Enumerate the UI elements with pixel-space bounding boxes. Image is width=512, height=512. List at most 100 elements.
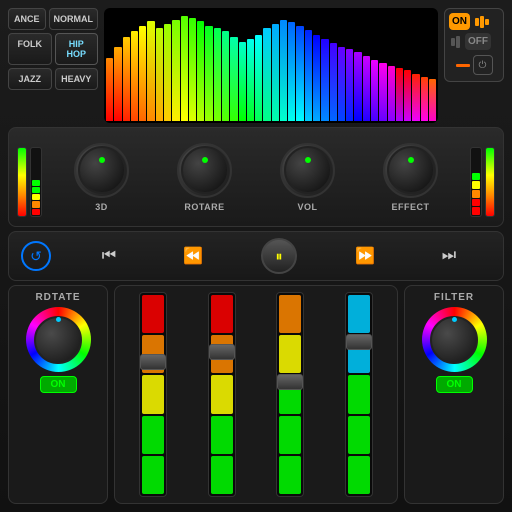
next-track-button[interactable]: ⏭ xyxy=(433,240,465,272)
loop-button[interactable]: ↺ xyxy=(21,241,51,271)
spectrum-bar xyxy=(131,31,138,121)
right-slider-track[interactable] xyxy=(470,147,482,217)
spectrum-bar xyxy=(421,77,428,121)
bottom-row: RDTATE ON FILTER ON xyxy=(8,285,504,504)
spectrum-bar xyxy=(404,70,411,121)
spectrum-bar xyxy=(346,49,353,121)
right-volume-sliders xyxy=(470,137,495,217)
spectrum-bar xyxy=(181,16,188,121)
spectrum-bar xyxy=(197,21,204,121)
knob-rotare-container: ROTARE xyxy=(177,143,232,212)
top-row: ANCE NORMAL FOLK HIP HOP JAZZ HEAVY ON xyxy=(8,8,504,123)
knob-3d-container: 3D xyxy=(74,143,129,212)
fader-track[interactable] xyxy=(276,292,304,497)
spectrum-bar xyxy=(288,22,295,121)
fader-track[interactable] xyxy=(345,292,373,497)
faders-panel xyxy=(114,285,398,504)
knob-rotare[interactable] xyxy=(177,143,232,198)
spectrum-bar xyxy=(123,37,130,121)
fader-track[interactable] xyxy=(139,292,167,497)
spectrum-bar xyxy=(156,28,163,121)
prev-track-button[interactable]: ⏮ xyxy=(93,240,125,272)
fast-forward-button[interactable]: ⏩ xyxy=(349,240,381,272)
knobs-row: 3D ROTARE VOL EFFECT xyxy=(8,127,504,227)
spectrum-bar xyxy=(272,24,279,121)
fader-handle[interactable] xyxy=(140,354,166,370)
power-button[interactable]: ⏻ xyxy=(473,55,493,75)
filter-label: FILTER xyxy=(434,292,474,303)
spectrum-bar xyxy=(214,28,221,121)
spectrum-bar xyxy=(371,60,378,121)
on-off-panel: ON OFF ⏻ xyxy=(444,8,504,82)
genre-btn-hiphop[interactable]: HIP HOP xyxy=(55,33,99,65)
rotate-label: RDTATE xyxy=(35,292,80,303)
knob-vol-container: VOL xyxy=(280,143,335,212)
fader-channel xyxy=(121,292,186,497)
genre-btn-normal[interactable]: NORMAL xyxy=(49,8,99,30)
filter-panel: FILTER ON xyxy=(404,285,504,504)
spectrum-bar xyxy=(172,20,179,121)
spectrum-bar xyxy=(379,63,386,121)
spectrum-bar xyxy=(164,24,171,121)
spectrum-bar xyxy=(330,43,337,121)
fader-handle[interactable] xyxy=(346,334,372,350)
rewind-button[interactable]: ⏪ xyxy=(177,240,209,272)
genre-panel: ANCE NORMAL FOLK HIP HOP JAZZ HEAVY xyxy=(8,8,98,123)
spectrum-bar xyxy=(255,35,262,121)
fader-handle[interactable] xyxy=(209,344,235,360)
spectrum-bar xyxy=(313,35,320,121)
filter-on-button[interactable]: ON xyxy=(436,376,473,393)
spectrum-analyzer xyxy=(104,8,438,123)
spectrum-bar xyxy=(305,30,312,121)
four-knobs: 3D ROTARE VOL EFFECT xyxy=(50,143,462,212)
spectrum-bar xyxy=(114,47,121,121)
spectrum-bar xyxy=(412,74,419,121)
genre-btn-jazz[interactable]: JAZZ xyxy=(8,68,52,90)
genre-btn-folk[interactable]: FOLK xyxy=(8,33,52,65)
knob-3d-label: 3D xyxy=(95,202,108,212)
spectrum-bar xyxy=(429,79,436,121)
fader-track[interactable] xyxy=(208,292,236,497)
knob-3d[interactable] xyxy=(74,143,129,198)
fader-channel xyxy=(258,292,323,497)
left-slider-track[interactable] xyxy=(30,147,42,217)
genre-row-3: JAZZ HEAVY xyxy=(8,68,98,90)
spectrum-bar xyxy=(321,39,328,121)
rotate-panel: RDTATE ON xyxy=(8,285,108,504)
knob-effect-container: EFFECT xyxy=(383,143,438,212)
filter-knob[interactable] xyxy=(422,307,487,372)
spectrum-bar xyxy=(147,21,154,121)
app-container: ANCE NORMAL FOLK HIP HOP JAZZ HEAVY ON xyxy=(0,0,512,512)
spectrum-bar xyxy=(388,66,395,121)
spectrum-bar xyxy=(296,26,303,121)
transport-controls: ⏮ ⏪ ⏸ ⏩ ⏭ xyxy=(67,238,491,274)
left-volume-sliders xyxy=(17,137,42,217)
fader-handle[interactable] xyxy=(277,374,303,390)
spectrum-bar xyxy=(363,56,370,121)
genre-row-2: FOLK HIP HOP xyxy=(8,33,98,65)
spectrum-bar xyxy=(263,28,270,121)
fader-channel xyxy=(327,292,392,497)
knob-rotare-label: ROTARE xyxy=(184,202,224,212)
spectrum-bar xyxy=(280,20,287,121)
eq-icon xyxy=(473,14,491,30)
spectrum-bar xyxy=(222,31,229,121)
genre-btn-ance[interactable]: ANCE xyxy=(8,8,46,30)
knob-vol-label: VOL xyxy=(297,202,317,212)
right-controls: ON OFF ⏻ xyxy=(444,8,504,123)
rotate-knob[interactable] xyxy=(26,307,91,372)
spectrum-bar xyxy=(239,42,246,121)
genre-btn-heavy[interactable]: HEAVY xyxy=(55,68,99,90)
off-button[interactable]: OFF xyxy=(465,33,491,50)
spectrum-bar xyxy=(230,37,237,121)
rotate-on-button[interactable]: ON xyxy=(40,376,77,393)
knob-effect[interactable] xyxy=(383,143,438,198)
on-button[interactable]: ON xyxy=(449,13,470,30)
knob-vol[interactable] xyxy=(280,143,335,198)
spectrum-bar xyxy=(247,39,254,121)
spectrum-bar xyxy=(354,52,361,121)
transport-row: ↺ ⏮ ⏪ ⏸ ⏩ ⏭ xyxy=(8,231,504,281)
spectrum-bar xyxy=(338,47,345,121)
pause-button[interactable]: ⏸ xyxy=(261,238,297,274)
knob-effect-label: EFFECT xyxy=(392,202,430,212)
